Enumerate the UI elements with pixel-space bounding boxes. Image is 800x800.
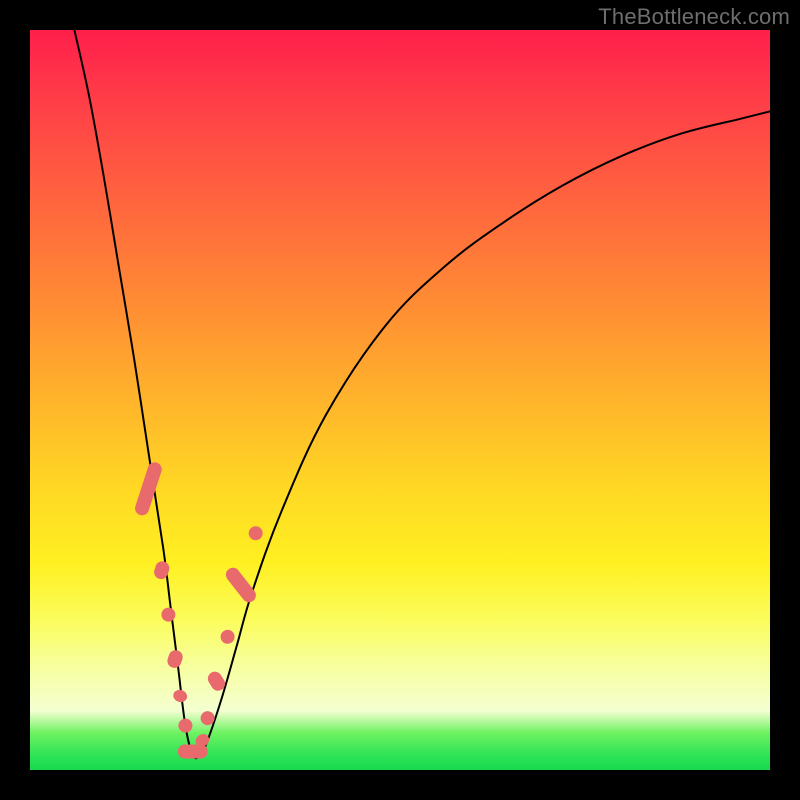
curve-marker — [246, 523, 266, 543]
watermark-text: TheBottleneck.com — [598, 4, 790, 30]
curve-marker — [133, 460, 163, 517]
curve-marker — [160, 606, 178, 624]
curve-marker — [166, 648, 185, 669]
curve-marker — [223, 565, 259, 605]
curve-marker — [172, 688, 189, 704]
curve-marker — [176, 717, 194, 735]
chart-frame: TheBottleneck.com — [0, 0, 800, 800]
curve-marker — [178, 745, 208, 759]
curve-marker — [198, 709, 217, 728]
curve-marker — [152, 559, 171, 580]
bottleneck-curve — [74, 30, 770, 758]
chart-svg — [30, 30, 770, 770]
plot-area — [30, 30, 770, 770]
curve-marker — [218, 627, 237, 646]
